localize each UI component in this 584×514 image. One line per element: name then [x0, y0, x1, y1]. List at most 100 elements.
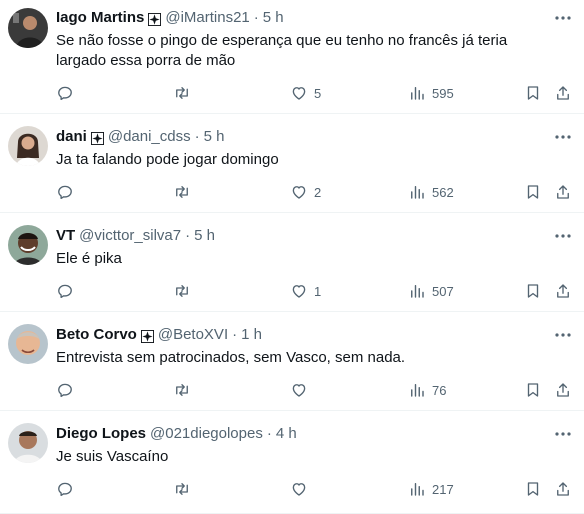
author-name[interactable]: Diego Lopes	[56, 424, 146, 444]
bookmark-button[interactable]	[524, 83, 542, 103]
avatar[interactable]	[8, 8, 48, 48]
reply-button[interactable]	[56, 281, 80, 301]
reply-button[interactable]	[56, 182, 80, 202]
views-button[interactable]: 217	[408, 479, 454, 499]
more-icon[interactable]	[554, 128, 572, 146]
share-icon	[557, 185, 569, 199]
avatar[interactable]	[8, 324, 48, 364]
reply-icon	[58, 383, 72, 398]
separator-dot: ·	[266, 425, 272, 442]
reply-icon	[58, 482, 72, 497]
views-icon	[411, 87, 424, 100]
like-count: 5	[314, 85, 322, 101]
views-icon	[411, 285, 424, 298]
author-name[interactable]: VT	[56, 226, 75, 246]
author-handle[interactable]: @BetoXVI	[158, 325, 228, 345]
more-icon[interactable]	[554, 425, 572, 443]
bookmark-button[interactable]	[524, 479, 542, 499]
cross-badge-icon	[140, 329, 154, 343]
retweet-button[interactable]	[173, 182, 197, 202]
reply-icon	[58, 86, 72, 101]
tweet[interactable]: VT @victtor_silva7 · 5 h Ele é pika 1 50…	[0, 213, 584, 312]
cross-badge-icon	[148, 12, 162, 26]
avatar[interactable]	[8, 225, 48, 265]
action-bar: 76	[56, 380, 572, 400]
views-icon	[411, 483, 424, 496]
like-button[interactable]	[290, 380, 314, 400]
bookmark-icon	[527, 284, 539, 298]
retweet-button[interactable]	[173, 83, 197, 103]
tweet-text: Ele é pika	[56, 250, 122, 267]
author-name[interactable]: Beto Corvo	[56, 325, 137, 345]
tweet-text: Je suis Vascaíno	[56, 448, 169, 465]
separator-dot: ·	[185, 227, 191, 244]
like-icon	[292, 186, 306, 199]
action-bar: 1 507	[56, 281, 572, 301]
like-button[interactable]	[290, 479, 314, 499]
views-count: 562	[432, 184, 454, 200]
share-button[interactable]	[554, 281, 572, 301]
like-button[interactable]: 1	[290, 281, 321, 301]
separator-dot: ·	[232, 326, 238, 343]
views-button[interactable]: 595	[408, 83, 454, 103]
timestamp[interactable]: 5 h	[204, 127, 225, 147]
reply-button[interactable]	[56, 479, 80, 499]
bookmark-icon	[527, 482, 539, 496]
tweet-text: Ja ta falando pode jogar domingo	[56, 151, 279, 168]
bookmark-button[interactable]	[524, 380, 542, 400]
timestamp[interactable]: 1 h	[241, 325, 262, 345]
views-icon	[411, 384, 424, 397]
timestamp[interactable]: 5 h	[194, 226, 215, 246]
more-icon[interactable]	[554, 326, 572, 344]
share-button[interactable]	[554, 182, 572, 202]
share-button[interactable]	[554, 479, 572, 499]
bookmark-button[interactable]	[524, 281, 542, 301]
tweet-header: VT @victtor_silva7 · 5 h	[56, 226, 544, 246]
author-name[interactable]: Iago Martins	[56, 8, 144, 28]
author-handle[interactable]: @dani_cdss	[108, 127, 191, 147]
reply-button[interactable]	[56, 380, 80, 400]
views-count: 217	[432, 481, 454, 497]
action-bar: 2 562	[56, 182, 572, 202]
bookmark-button[interactable]	[524, 182, 542, 202]
share-icon	[557, 383, 569, 397]
avatar[interactable]	[8, 126, 48, 166]
tweet[interactable]: dani @dani_cdss · 5 h Ja ta falando pode…	[0, 114, 584, 213]
author-handle[interactable]: @victtor_silva7	[79, 226, 181, 246]
retweet-icon	[176, 384, 188, 396]
retweet-icon	[176, 186, 188, 198]
more-icon[interactable]	[554, 9, 572, 27]
timestamp[interactable]: 5 h	[263, 8, 284, 28]
retweet-icon	[176, 87, 188, 99]
share-icon	[557, 86, 569, 100]
views-button[interactable]: 507	[408, 281, 454, 301]
author-name[interactable]: dani	[56, 127, 87, 147]
views-button[interactable]: 562	[408, 182, 454, 202]
views-icon	[411, 186, 424, 199]
like-button[interactable]: 2	[290, 182, 321, 202]
timestamp[interactable]: 4 h	[276, 424, 297, 444]
separator-dot: ·	[194, 128, 200, 145]
bookmark-icon	[527, 86, 539, 100]
reply-icon	[58, 284, 72, 299]
views-button[interactable]: 76	[408, 380, 446, 400]
reply-button[interactable]	[56, 83, 80, 103]
like-button[interactable]: 5	[290, 83, 321, 103]
views-count: 76	[432, 382, 447, 398]
tweet[interactable]: Iago Martins @iMartins21 · 5 h Se não fo…	[0, 0, 584, 114]
share-button[interactable]	[554, 380, 572, 400]
avatar[interactable]	[8, 423, 48, 463]
retweet-button[interactable]	[173, 380, 197, 400]
tweet[interactable]: Beto Corvo @BetoXVI · 1 h Entrevista sem…	[0, 312, 584, 411]
author-handle[interactable]: @021diegolopes	[150, 424, 263, 444]
tweet[interactable]: Diego Lopes @021diegolopes · 4 h Je suis…	[0, 411, 584, 514]
retweet-button[interactable]	[173, 479, 197, 499]
more-icon[interactable]	[554, 227, 572, 245]
share-button[interactable]	[554, 83, 572, 103]
author-handle[interactable]: @iMartins21	[165, 8, 249, 28]
tweet-text: Se não fosse o pingo de esperança que eu…	[56, 32, 508, 69]
reply-icon	[58, 185, 72, 200]
like-count: 2	[314, 184, 322, 200]
like-icon	[292, 384, 306, 397]
retweet-button[interactable]	[173, 281, 197, 301]
